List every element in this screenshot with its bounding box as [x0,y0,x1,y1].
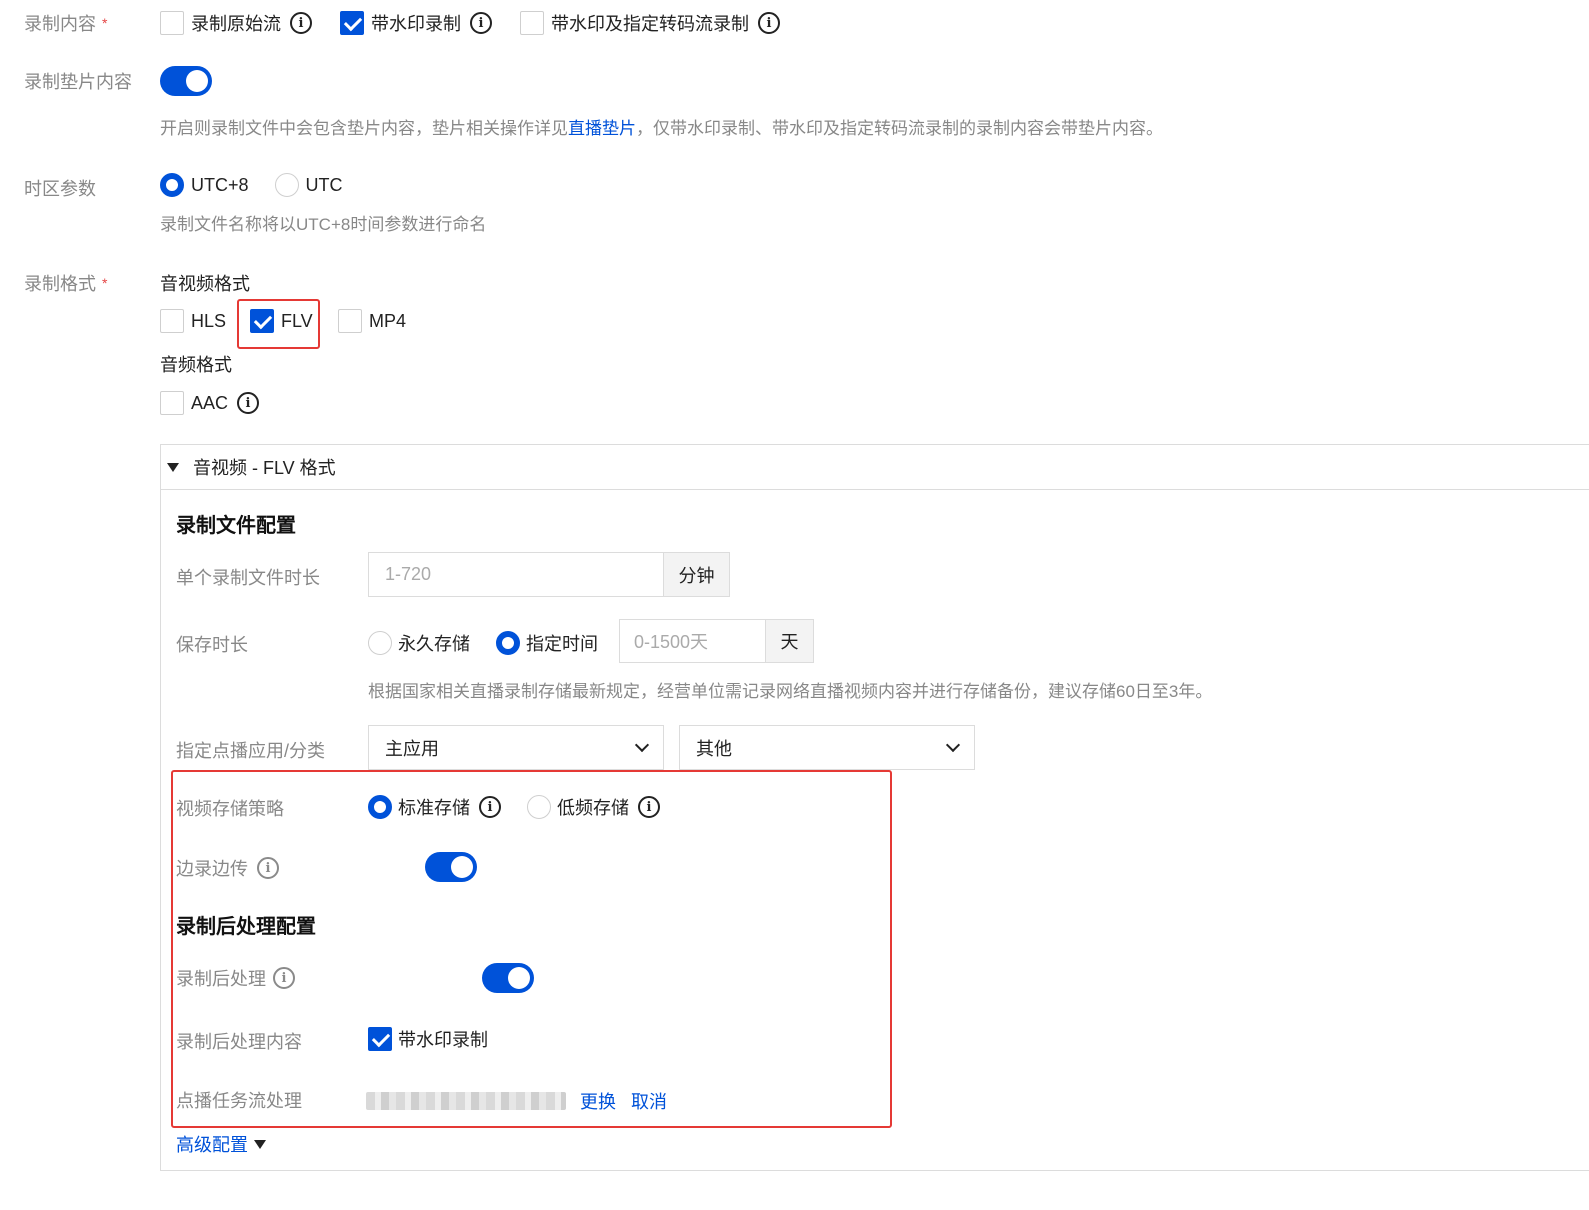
advanced-config[interactable]: 高级配置 [176,1131,266,1157]
post-content-label: 录制后处理内容 [176,1032,302,1052]
chevron-down-icon [945,737,961,753]
record-slate-label: 录制垫片内容 [24,72,132,92]
radio-utc-label: UTC [305,174,343,195]
vod-app-label: 指定点播应用/分类 [176,741,326,761]
post-process-toggle[interactable] [482,963,535,993]
checkbox-mp4[interactable] [338,309,362,333]
file-config-title: 录制文件配置 [176,515,296,537]
radio-low-frequency-storage[interactable] [527,795,551,819]
radio-utc[interactable] [274,173,299,197]
record-upload-label-wrap: 边录边传 i [176,855,279,881]
post-process-title: 录制后处理配置 [176,916,316,938]
info-icon[interactable]: i [290,12,312,34]
slate-link[interactable]: 直播垫片 [568,114,636,139]
retention-days-placeholder: 0-1500天 [634,632,709,652]
option-original-stream-label: 录制原始流 [191,14,281,34]
checkbox-flv[interactable] [250,309,274,333]
info-icon[interactable]: i [470,12,492,34]
record-slate-hint-text: 开启则录制文件中会包含垫片内容，垫片相关操作详见 [160,119,568,138]
collapse-triangle-icon[interactable] [167,462,179,472]
checkbox-original-stream[interactable] [160,11,184,35]
checkbox-watermark-record[interactable] [340,11,364,35]
radio-standard-storage[interactable] [368,795,392,819]
radio-standard-storage-label: 标准存储 [398,798,470,818]
duration-placeholder: 1-720 [385,564,432,584]
info-icon[interactable]: i [638,796,660,818]
checkbox-mp4-label: MP4 [369,310,407,331]
audio-format-options: AAC i [160,391,260,415]
record-slate-toggle[interactable] [160,66,212,96]
duration-label: 单个录制文件时长 [176,568,320,588]
checkbox-flv-label: FLV [281,310,313,331]
radio-permanent[interactable] [368,631,392,655]
radio-permanent-label: 永久存储 [398,634,470,654]
required-mark: * [102,275,108,291]
required-mark: * [102,15,108,31]
av-format-title: 音视频格式 [160,274,250,294]
info-icon[interactable]: i [237,392,260,414]
duration-input[interactable]: 1-720 分钟 [368,552,730,597]
retention-label: 保存时长 [176,635,248,655]
checkbox-hls[interactable] [160,309,184,333]
checkbox-watermark-transcode-record[interactable] [520,11,544,35]
retention-hint: 根据国家相关直播录制存储最新规定，经营单位需记录网络直播视频内容并进行存储备份，… [368,682,1213,701]
post-content-option: 带水印录制 [368,1026,488,1052]
option-watermark-transcode-label: 带水印及指定转码流录制 [551,14,749,34]
radio-specified-time-label: 指定时间 [526,634,598,654]
av-format-options: HLS [160,309,226,333]
timezone-label: 时区参数 [24,179,96,199]
info-icon[interactable]: i [479,796,501,818]
checkbox-aac[interactable] [160,391,184,415]
audio-format-title: 音频格式 [160,355,232,375]
vod-task-label: 点播任务流处理 [176,1091,302,1111]
storage-policy-label: 视频存储策略 [176,799,284,819]
vod-app-select[interactable]: 主应用 [368,725,664,770]
radio-specified-time[interactable] [496,631,520,655]
checkbox-post-watermark[interactable] [368,1027,392,1051]
post-process-label-wrap: 录制后处理 i [176,965,295,991]
blurred-task-name [366,1092,566,1110]
record-format-label: 录制格式 [24,274,96,294]
flv-option: FLV [250,309,313,333]
cancel-link[interactable]: 取消 [631,1088,667,1114]
checkbox-post-watermark-label: 带水印录制 [398,1030,488,1050]
record-content-options: 录制原始流 i 带水印录制 i 带水印及指定转码流录制 i [160,10,780,36]
advanced-config-link[interactable]: 高级配置 [176,1131,248,1157]
mp4-option: MP4 [338,309,406,333]
duration-unit: 分钟 [663,553,729,596]
change-link[interactable]: 更换 [580,1088,616,1114]
storage-highlight-box [171,770,892,1128]
timezone-options: UTC+8 UTC [160,173,343,197]
radio-low-frequency-storage-label: 低频存储 [557,798,629,818]
flv-panel-header[interactable]: 音视频 - FLV 格式 [161,445,1589,490]
record-slate-hint: 开启则录制文件中会包含垫片内容，垫片相关操作详见 直播垫片 ，仅带水印录制、带水… [160,114,1163,139]
timezone-hint: 录制文件名称将以UTC+8时间参数进行命名 [160,215,487,234]
vod-app-value: 主应用 [385,738,439,759]
chevron-down-icon [634,737,650,753]
record-upload-toggle[interactable] [425,852,478,882]
retention-days-unit: 天 [765,620,813,662]
info-icon[interactable]: i [273,967,295,989]
record-format-label-wrap: 录制格式 * [24,270,107,296]
vod-category-value: 其他 [696,738,732,759]
info-icon[interactable]: i [257,857,279,879]
vod-category-select[interactable]: 其他 [679,725,975,770]
option-watermark-record-label: 带水印录制 [371,14,461,34]
record-upload-label: 边录边传 [176,859,248,879]
record-slate-hint-text-after: ，仅带水印录制、带水印及指定转码流录制的录制内容会带垫片内容。 [636,119,1163,138]
record-content-label: 录制内容 [24,14,96,34]
radio-utc8-label: UTC+8 [191,174,249,195]
info-icon[interactable]: i [758,12,780,34]
retention-options: 永久存储 指定时间 [368,630,598,656]
vod-task-row: 更换 取消 [366,1088,667,1114]
checkbox-aac-label: AAC [191,392,229,413]
post-process-label: 录制后处理 [176,969,266,989]
checkbox-hls-label: HLS [191,310,227,331]
record-content-label-wrap: 录制内容 * [24,10,107,36]
retention-days-input[interactable]: 0-1500天 天 [619,619,814,663]
flv-panel-title: 音视频 - FLV 格式 [193,458,336,478]
storage-policy-options: 标准存储 i 低频存储 i [368,794,660,820]
caret-down-icon [254,1139,266,1149]
radio-utc8[interactable] [160,173,184,197]
